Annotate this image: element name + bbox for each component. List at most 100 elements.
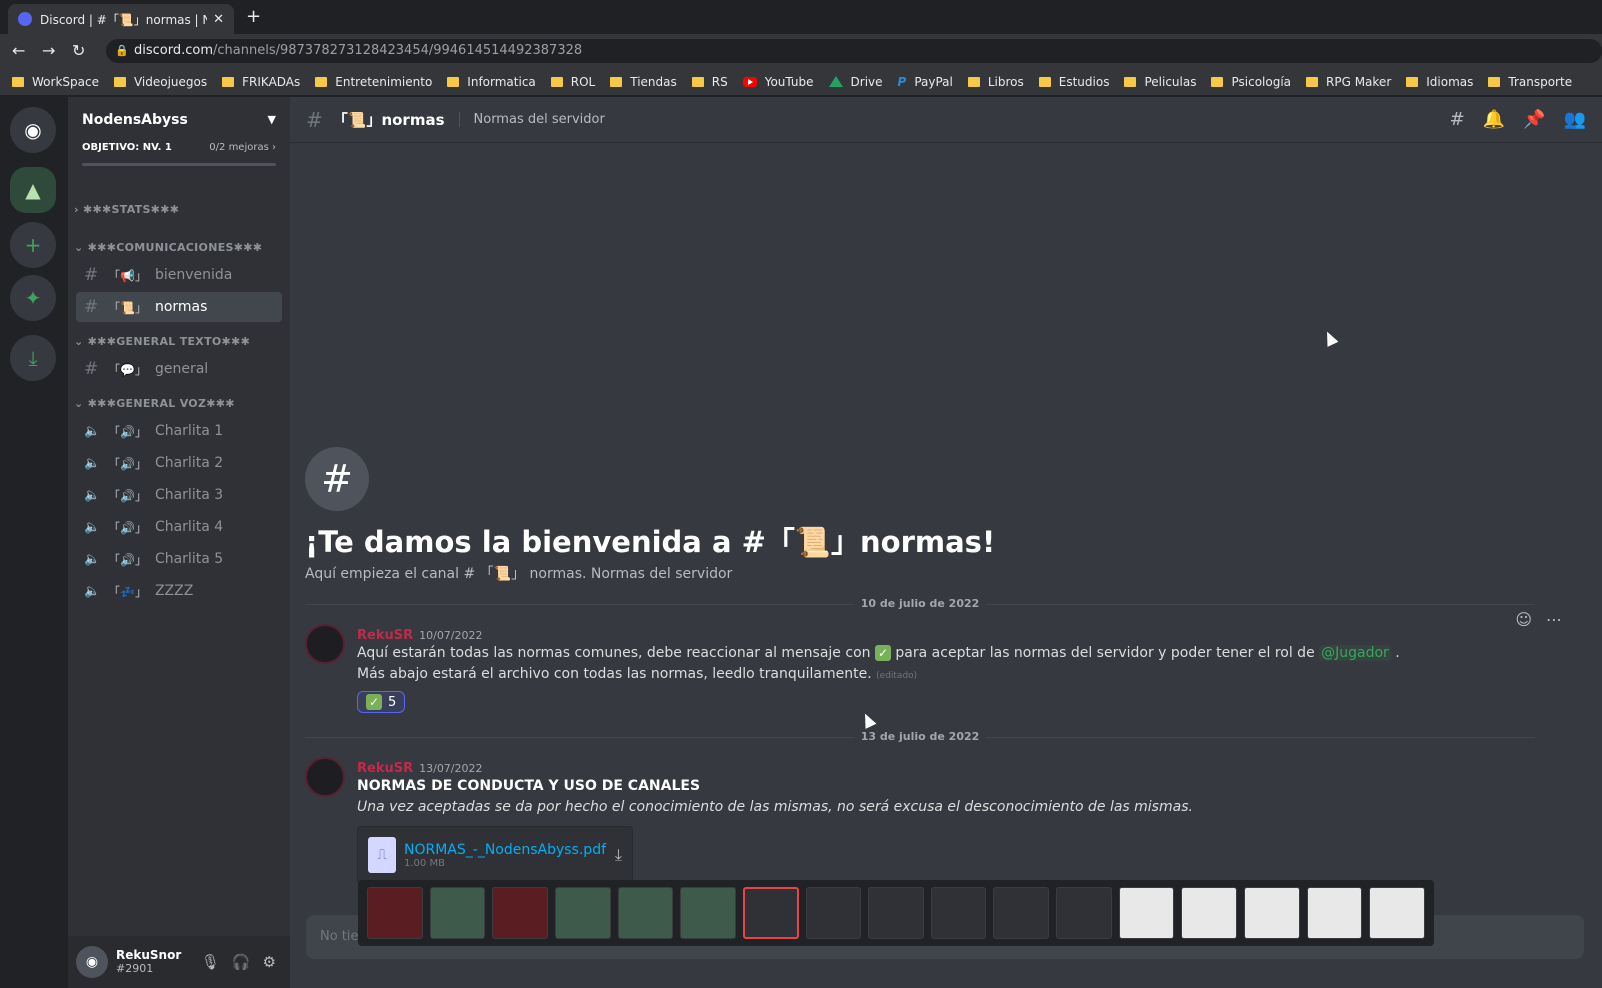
channel-item-charlita-5[interactable]: 🔈 「🔊」 Charlita 5 xyxy=(76,544,282,574)
message-author[interactable]: RekuSR xyxy=(357,628,413,643)
bookmark-drive[interactable]: Drive xyxy=(828,75,883,89)
category-header[interactable]: ⌄ ✱✱✱GENERAL VOZ✱✱✱ xyxy=(68,394,290,414)
category-header[interactable]: ⌄ ✱✱✱COMUNICACIONES✱✱✱ xyxy=(68,238,290,258)
category-header[interactable]: ⌄ ✱✱✱GENERAL TEXTO✱✱✱ xyxy=(68,332,290,352)
thumbnail[interactable] xyxy=(1181,887,1237,939)
channel-topic[interactable]: Normas del servidor xyxy=(458,112,605,127)
bookmark-label: Transporte xyxy=(1508,74,1573,89)
thumbnail[interactable] xyxy=(993,887,1050,939)
threads-icon[interactable]: # xyxy=(1450,109,1465,130)
channel-item-bienvenida[interactable]: # 「📢」 bienvenida xyxy=(76,260,282,290)
channel-item-charlita-4[interactable]: 🔈 「🔊」 Charlita 4 xyxy=(76,512,282,542)
file-name-link[interactable]: NORMAS_-_NodensAbyss.pdf xyxy=(404,842,606,858)
pin-icon[interactable]: 📌 xyxy=(1523,109,1545,130)
channel-item-charlita-1[interactable]: 🔈 「🔊」 Charlita 1 xyxy=(76,416,282,446)
bookmark-label: Entretenimiento xyxy=(335,74,433,89)
channel-sidebar: NodensAbyss ▼ OBJETIVO: NV. 1 0/2 mejora… xyxy=(68,97,290,988)
bookmark-label: Estudios xyxy=(1058,74,1110,89)
thumbnail[interactable] xyxy=(930,887,987,939)
thumbnail[interactable] xyxy=(617,887,674,939)
channel-emoji: 「💬」 xyxy=(108,362,147,377)
paypal-icon: P xyxy=(897,74,907,89)
thumbnail[interactable] xyxy=(492,887,548,939)
bookmark-videojuegos[interactable]: Videojuegos xyxy=(113,74,208,89)
thumbnail-selected[interactable] xyxy=(742,887,799,939)
bookmark-psicolog-a[interactable]: Psicología xyxy=(1211,75,1291,89)
url-path: /channels/987378273128423454/99461451449… xyxy=(213,43,583,58)
channel-item-charlita-2[interactable]: 🔈 「🔊」 Charlita 2 xyxy=(76,448,282,478)
url-domain: discord.com xyxy=(134,43,214,58)
close-tab-icon[interactable]: ✕ xyxy=(213,12,224,27)
bookmark-transporte[interactable]: Transporte xyxy=(1488,75,1572,89)
members-icon[interactable]: 👥 xyxy=(1564,109,1586,130)
bookmark-rol[interactable]: ROL xyxy=(550,75,595,89)
bookmark-tiendas[interactable]: Tiendas xyxy=(610,75,677,89)
thumbnail[interactable] xyxy=(805,887,862,939)
bookmark-libros[interactable]: Libros xyxy=(967,75,1024,89)
download-icon[interactable]: ⤓ xyxy=(10,335,56,381)
url-input[interactable]: 🔒 discord.com/channels/98737827312842345… xyxy=(106,39,1602,63)
thumbnail[interactable] xyxy=(1306,887,1363,939)
category-header[interactable]: › ✱✱✱STATS✱✱✱ xyxy=(68,200,290,220)
bookmark-frikadas[interactable]: FRIKADAs xyxy=(222,75,300,89)
thumbnail[interactable] xyxy=(1056,887,1112,939)
channel-item-zzzz[interactable]: 🔈 「💤」 ZZZZ xyxy=(76,576,282,606)
thumbnail[interactable] xyxy=(1243,887,1300,939)
gear-icon[interactable]: ⚙ xyxy=(263,953,276,971)
discord-home-icon[interactable]: ◉ xyxy=(10,107,56,153)
bookmark-workspace[interactable]: WorkSpace xyxy=(12,75,99,89)
boost-goal-label: OBJETIVO: NV. 1 xyxy=(82,142,172,153)
avatar[interactable]: ◉ xyxy=(76,946,108,978)
bookmark-rpg-maker[interactable]: RPG Maker xyxy=(1306,75,1391,89)
drive-icon xyxy=(828,76,843,87)
author-avatar[interactable] xyxy=(305,624,345,664)
channel-item-general[interactable]: # 「💬」 general xyxy=(76,354,282,384)
bookmark-rs[interactable]: RS xyxy=(691,74,728,89)
compass-icon[interactable]: ✦ xyxy=(10,275,56,321)
thumbnail[interactable] xyxy=(680,887,736,939)
bookmark-peliculas[interactable]: Peliculas xyxy=(1124,75,1196,89)
channel-item-charlita-3[interactable]: 🔈 「🔊」 Charlita 3 xyxy=(76,480,282,510)
message-author[interactable]: RekuSR xyxy=(357,761,413,776)
bookmark-informatica[interactable]: Informatica xyxy=(447,75,536,89)
bell-icon[interactable]: 🔔 xyxy=(1483,109,1505,130)
download-icon[interactable]: ⤓ xyxy=(615,845,622,865)
author-avatar[interactable] xyxy=(305,757,345,797)
back-icon[interactable]: ← xyxy=(12,41,25,60)
browser-tab[interactable]: Discord | #「📜」normas | Noden ✕ xyxy=(8,4,234,34)
reload-icon[interactable]: ↻ xyxy=(72,41,85,60)
bookmarks-bar: WorkSpace Videojuegos FRIKADAs Entretenimie… xyxy=(0,68,1602,96)
server-header[interactable]: NodensAbyss ▼ xyxy=(68,97,290,142)
plus-icon[interactable]: + xyxy=(10,222,56,268)
edited-label: (editado) xyxy=(876,671,918,681)
thumbnail[interactable] xyxy=(1369,887,1425,939)
bookmark-estudios[interactable]: Estudios xyxy=(1038,74,1110,89)
boost-goal[interactable]: OBJETIVO: NV. 1 0/2 mejoras › xyxy=(68,142,290,153)
role-mention[interactable]: @Jugador xyxy=(1319,645,1391,661)
chevron-down-icon: ⌄ xyxy=(74,241,88,254)
new-tab-icon[interactable]: + xyxy=(246,6,261,27)
headphones-icon[interactable]: 🎧 xyxy=(232,953,251,971)
thumbnail[interactable] xyxy=(554,887,611,939)
bookmark-entretenimiento[interactable]: Entretenimiento xyxy=(315,75,432,89)
thumbnail[interactable] xyxy=(868,887,924,939)
bookmark-idiomas[interactable]: Idiomas xyxy=(1406,75,1473,89)
bookmark-label: Videojuegos xyxy=(133,74,208,89)
more-options-icon[interactable]: ⋯ xyxy=(1546,610,1562,629)
mute-mic-icon[interactable]: 🎙 xyxy=(201,953,220,971)
folder-icon xyxy=(113,76,126,87)
thumbnail[interactable] xyxy=(429,887,486,939)
folder-icon xyxy=(610,76,623,87)
thumbnail[interactable] xyxy=(367,887,423,939)
server-icon-nodensabyss[interactable]: ▲ xyxy=(10,167,56,213)
bookmark-label: PayPal xyxy=(914,74,953,89)
bookmark-paypal[interactable]: P PayPal xyxy=(898,75,953,89)
folder-icon xyxy=(315,76,328,87)
thumbnail[interactable] xyxy=(1118,887,1175,939)
bookmark-youtube[interactable]: YouTube xyxy=(742,75,814,89)
bookmark-label: RS xyxy=(711,74,728,89)
channel-item-normas[interactable]: # 「📜」 normas xyxy=(76,292,282,322)
chat-area: # 「📜」normas Normas del servidor # 🔔 📌 👥 … xyxy=(290,97,1602,988)
reaction-check[interactable]: ✓ 5 xyxy=(357,691,406,713)
forward-icon[interactable]: → xyxy=(42,41,55,60)
